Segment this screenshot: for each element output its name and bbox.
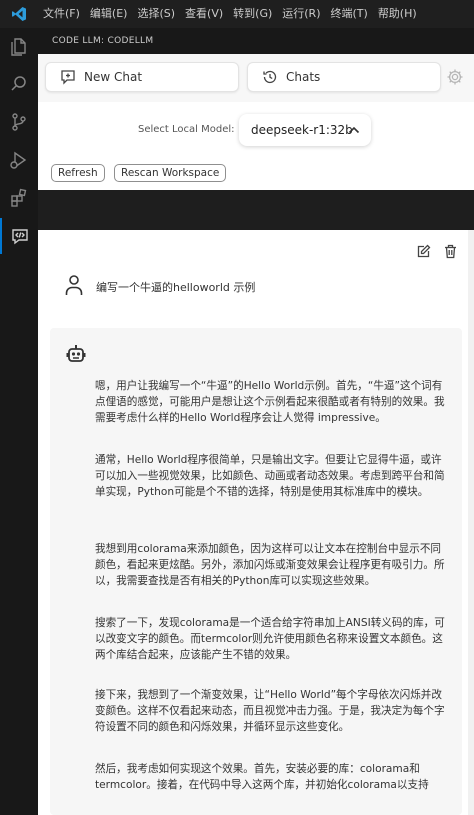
assistant-paragraph: 通常，Hello World程序很简单，只是输出文字。但要让它显得牛逼，或许可以… bbox=[95, 454, 445, 498]
chat-area: 编写一个牛逼的helloworld 示例 嗯，用户让我编写一个“牛逼”的Hell… bbox=[38, 230, 474, 815]
assistant-message: 嗯，用户让我编写一个“牛逼”的Hello World示例。首先，“牛逼”这个词有… bbox=[50, 328, 462, 815]
history-icon bbox=[262, 69, 278, 85]
panel-title: CODE LLM: CODELLM bbox=[38, 28, 474, 54]
new-chat-icon bbox=[60, 69, 76, 85]
explorer-icon[interactable] bbox=[0, 28, 38, 64]
assistant-paragraph: 搜索了一下，发现colorama是一个适合给字符串加上ANSI转义码的库，可以改… bbox=[95, 617, 445, 661]
code-llm-chat-icon[interactable] bbox=[0, 218, 38, 254]
divider-band bbox=[38, 190, 474, 230]
user-message-text: 编写一个牛逼的helloworld 示例 bbox=[96, 281, 256, 294]
new-chat-label: New Chat bbox=[84, 70, 143, 84]
chat-scrollbar[interactable] bbox=[468, 230, 474, 815]
assistant-paragraph: 嗯，用户让我编写一个“牛逼”的Hello World示例。首先，“牛逼”这个词有… bbox=[95, 380, 445, 424]
menu-go[interactable]: 转到(G) bbox=[228, 0, 277, 28]
menu-help[interactable]: 帮助(H) bbox=[373, 0, 422, 28]
chats-button[interactable]: Chats bbox=[247, 62, 441, 92]
activity-bar bbox=[0, 28, 38, 815]
menu-run[interactable]: 运行(R) bbox=[277, 0, 325, 28]
extensions-icon[interactable] bbox=[0, 180, 38, 216]
search-icon[interactable] bbox=[0, 66, 38, 102]
chat-toolbar: New Chat Chats bbox=[38, 54, 474, 103]
edit-icon[interactable] bbox=[416, 244, 431, 263]
new-chat-button[interactable]: New Chat bbox=[45, 62, 239, 92]
model-selector-area: Select Local Model: deepseek-r1:32b Refr… bbox=[38, 102, 474, 191]
refresh-button[interactable]: Refresh bbox=[51, 164, 105, 182]
menu-terminal[interactable]: 终端(T) bbox=[326, 0, 373, 28]
model-label: Select Local Model: bbox=[138, 124, 235, 135]
user-avatar-icon bbox=[64, 274, 84, 300]
trash-icon[interactable] bbox=[443, 244, 458, 263]
assistant-paragraph: 然后，我考虑如何实现这个效果。首先，安装必要的库：colorama和termco… bbox=[95, 763, 429, 791]
menu-selection[interactable]: 选择(S) bbox=[132, 0, 180, 28]
menu-bar: 文件(F) 编辑(E) 选择(S) 查看(V) 转到(G) 运行(R) 终端(T… bbox=[38, 0, 422, 28]
chevron-up-icon bbox=[347, 123, 361, 140]
user-message: 编写一个牛逼的helloworld 示例 bbox=[64, 274, 255, 300]
settings-gear-icon[interactable] bbox=[446, 68, 464, 86]
model-dropdown[interactable]: deepseek-r1:32b bbox=[239, 114, 371, 146]
rescan-workspace-button[interactable]: Rescan Workspace bbox=[114, 164, 227, 182]
menu-file[interactable]: 文件(F) bbox=[38, 0, 85, 28]
title-bar: 文件(F) 编辑(E) 选择(S) 查看(V) 转到(G) 运行(R) 终端(T… bbox=[0, 0, 474, 28]
run-debug-icon[interactable] bbox=[0, 142, 38, 178]
model-selected-value: deepseek-r1:32b bbox=[251, 123, 353, 137]
assistant-paragraph: 接下来，我想到了一个渐变效果，让“Hello World”每个字母依次闪烁并改变… bbox=[95, 689, 445, 733]
chats-label: Chats bbox=[286, 70, 321, 84]
source-control-icon[interactable] bbox=[0, 104, 38, 140]
assistant-paragraph: 我想到用colorama来添加颜色，因为这样可以让文本在控制台中显示不同颜色，看… bbox=[95, 543, 445, 587]
menu-view[interactable]: 查看(V) bbox=[180, 0, 228, 28]
vscode-logo-icon bbox=[0, 0, 38, 28]
bot-avatar-icon bbox=[66, 344, 86, 368]
menu-edit[interactable]: 编辑(E) bbox=[85, 0, 133, 28]
